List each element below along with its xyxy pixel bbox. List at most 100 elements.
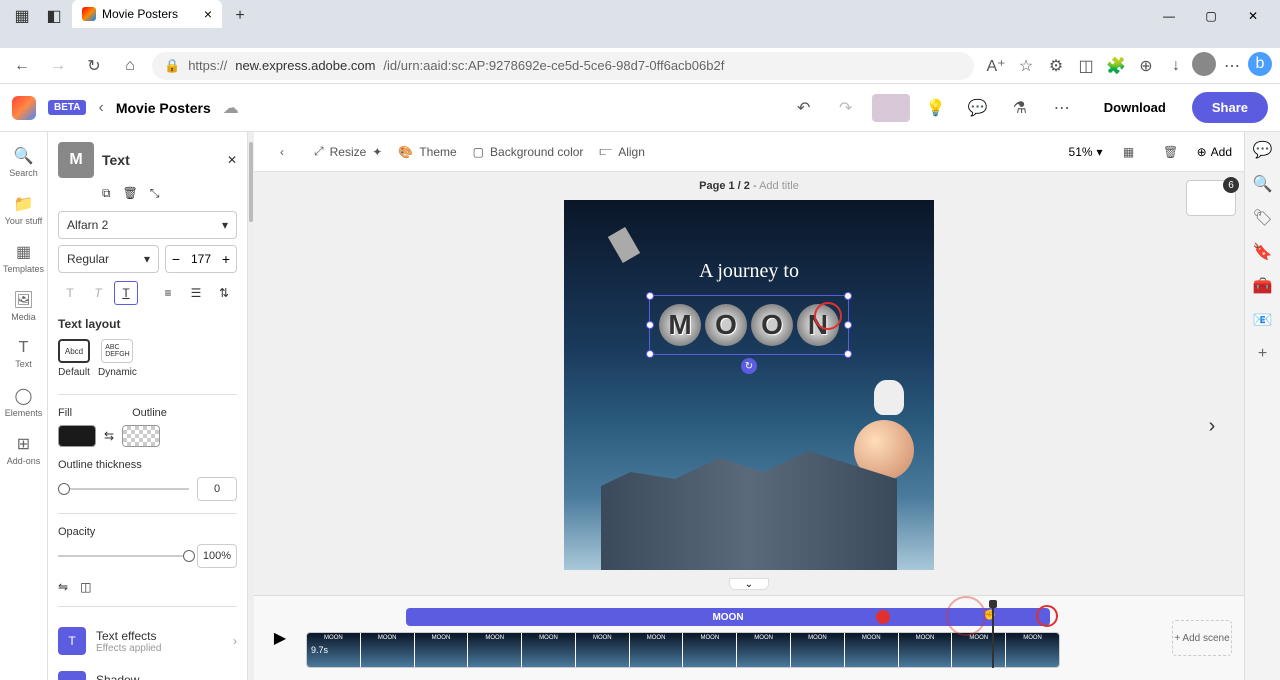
frame-thumb[interactable] <box>630 633 683 667</box>
tools-icon[interactable]: 🧰 <box>1253 276 1273 296</box>
swap-colors-icon[interactable]: ⇆ <box>104 429 114 443</box>
outlook-icon[interactable]: 📧 <box>1253 310 1273 330</box>
thickness-value[interactable]: 0 <box>197 477 237 501</box>
zoom-dropdown[interactable]: 51%▾ <box>1069 145 1103 159</box>
chat-icon[interactable]: 💬 <box>1253 140 1273 160</box>
add-page-button[interactable]: ⊕Add <box>1197 145 1232 159</box>
split-icon[interactable]: ◫ <box>1072 52 1100 80</box>
home-button[interactable]: ⌂ <box>116 52 144 80</box>
frame-thumb[interactable] <box>791 633 844 667</box>
frame-thumb[interactable] <box>899 633 952 667</box>
downloads-icon[interactable]: ↓ <box>1162 52 1190 80</box>
canvas-artboard[interactable]: A journey to M O O N ↻ <box>564 200 934 570</box>
refresh-button[interactable]: ↻ <box>80 52 108 80</box>
favorite-icon[interactable]: ☆ <box>1012 52 1040 80</box>
add-scene-button[interactable]: + Add scene <box>1172 620 1232 656</box>
delete-page-icon[interactable]: 🗑 <box>1155 136 1187 168</box>
lightbulb-icon[interactable]: 💡 <box>920 92 952 124</box>
astronaut-graphic[interactable] <box>874 380 904 415</box>
frame-thumb[interactable] <box>522 633 575 667</box>
timeline-clip[interactable]: MOON ✊ <box>406 608 1050 626</box>
address-bar[interactable]: 🔒 https://new.express.adobe.com/id/urn:a… <box>152 52 974 80</box>
spacing-button[interactable]: ⇅ <box>212 281 236 305</box>
shadow-item[interactable]: T Shadow Classic › <box>58 663 237 680</box>
shopping-icon[interactable]: 🏷 <box>1253 208 1273 228</box>
timeline-track[interactable]: MOON ✊ 9.7s <box>306 608 1160 668</box>
rotate-handle[interactable]: ↻ <box>741 358 757 374</box>
font-size-input[interactable] <box>186 252 216 266</box>
collections-icon[interactable]: ⊕ <box>1132 52 1160 80</box>
download-button[interactable]: Download <box>1088 92 1182 123</box>
building-graphic[interactable] <box>601 430 897 570</box>
back-button[interactable]: ← <box>8 52 36 80</box>
bold-button[interactable]: T <box>58 281 82 305</box>
document-title[interactable]: Movie Posters <box>116 100 211 116</box>
outline-color-swatch[interactable] <box>122 425 160 447</box>
menu-icon[interactable]: ⋯ <box>1218 52 1246 80</box>
text-effects-item[interactable]: T Text effects Effects applied › <box>58 619 237 663</box>
decrease-button[interactable]: − <box>166 246 186 272</box>
browser-tab[interactable]: Movie Posters × <box>72 0 222 28</box>
selection-handle[interactable] <box>646 350 654 358</box>
back-chevron-icon[interactable]: ‹ <box>98 99 103 117</box>
frame-thumb[interactable] <box>1006 633 1059 667</box>
maximize-button[interactable]: ▢ <box>1196 4 1226 28</box>
bookmark-icon[interactable]: 🔖 <box>1253 242 1273 262</box>
font-size-stepper[interactable]: − + <box>165 245 237 273</box>
thickness-slider[interactable] <box>58 488 189 490</box>
tab-group-icon[interactable]: ◧ <box>40 4 68 28</box>
frame-thumb[interactable] <box>468 633 521 667</box>
frame-thumb[interactable] <box>952 633 1005 667</box>
underline-button[interactable]: T <box>114 281 138 305</box>
selected-text-element[interactable]: M O O N ↻ <box>649 295 849 355</box>
more-icon[interactable]: ⋯ <box>1046 92 1078 124</box>
rail-templates[interactable]: ▦Templates <box>2 236 46 280</box>
ungroup-icon[interactable]: ⤡ <box>150 186 160 201</box>
align-button[interactable]: ≡ <box>156 281 180 305</box>
add-title-link[interactable]: Add title <box>759 180 799 192</box>
selection-handle[interactable] <box>646 292 654 300</box>
selection-handle[interactable] <box>844 350 852 358</box>
share-button[interactable]: Share <box>1192 92 1268 123</box>
beaker-icon[interactable]: ⚗ <box>1004 92 1036 124</box>
redo-button[interactable]: ↷ <box>830 92 862 124</box>
add-sidebar-icon[interactable]: + <box>1253 344 1273 364</box>
flip-horizontal-icon[interactable]: ⇋ <box>58 580 68 594</box>
frame-thumb[interactable] <box>576 633 629 667</box>
subtitle-text[interactable]: A journey to <box>564 260 934 283</box>
increase-button[interactable]: + <box>216 246 236 272</box>
collapse-timeline-button[interactable]: ⌄ <box>729 578 769 590</box>
layout-dynamic[interactable]: ABCDEFGH Dynamic <box>98 339 137 378</box>
read-aloud-icon[interactable]: A⁺ <box>982 52 1010 80</box>
toggle-panel-icon[interactable]: ‹ <box>266 136 298 168</box>
frame-thumb[interactable] <box>415 633 468 667</box>
crop-icon[interactable]: ◫ <box>80 580 91 594</box>
rail-text[interactable]: TText <box>2 332 46 376</box>
delete-icon[interactable]: 🗑 <box>123 186 138 201</box>
extensions-icon[interactable]: 🧩 <box>1102 52 1130 80</box>
opacity-value[interactable]: 100% <box>197 544 237 568</box>
play-button[interactable]: ▶ <box>266 624 294 652</box>
font-weight-select[interactable]: Regular ▾ <box>58 245 159 273</box>
layout-default[interactable]: Abcd Default <box>58 339 90 378</box>
resize-button[interactable]: ⤢Resize✦ <box>314 144 382 159</box>
new-tab-button[interactable]: + <box>226 4 254 28</box>
tab-actions-icon[interactable]: ▦ <box>8 4 36 28</box>
selection-handle[interactable] <box>844 321 852 329</box>
rail-elements[interactable]: ◯Elements <box>2 380 46 424</box>
settings-icon[interactable]: ⚙ <box>1042 52 1070 80</box>
rail-addons[interactable]: ⊞Add-ons <box>2 428 46 472</box>
presence-avatar[interactable] <box>872 94 910 122</box>
close-window-button[interactable]: ✕ <box>1238 4 1268 28</box>
frame-thumb[interactable] <box>361 633 414 667</box>
duplicate-icon[interactable]: ⧉ <box>102 186 111 201</box>
list-button[interactable]: ☰ <box>184 281 208 305</box>
timeline-frames[interactable]: 9.7s <box>306 632 1060 668</box>
comment-icon[interactable]: 💬 <box>962 92 994 124</box>
playhead[interactable] <box>992 602 994 668</box>
grid-view-icon[interactable]: ▦ <box>1113 136 1145 168</box>
forward-button[interactable]: → <box>44 52 72 80</box>
adobe-logo[interactable] <box>12 96 36 120</box>
rail-search[interactable]: 🔍Search <box>2 140 46 184</box>
profile-avatar[interactable] <box>1192 52 1216 76</box>
